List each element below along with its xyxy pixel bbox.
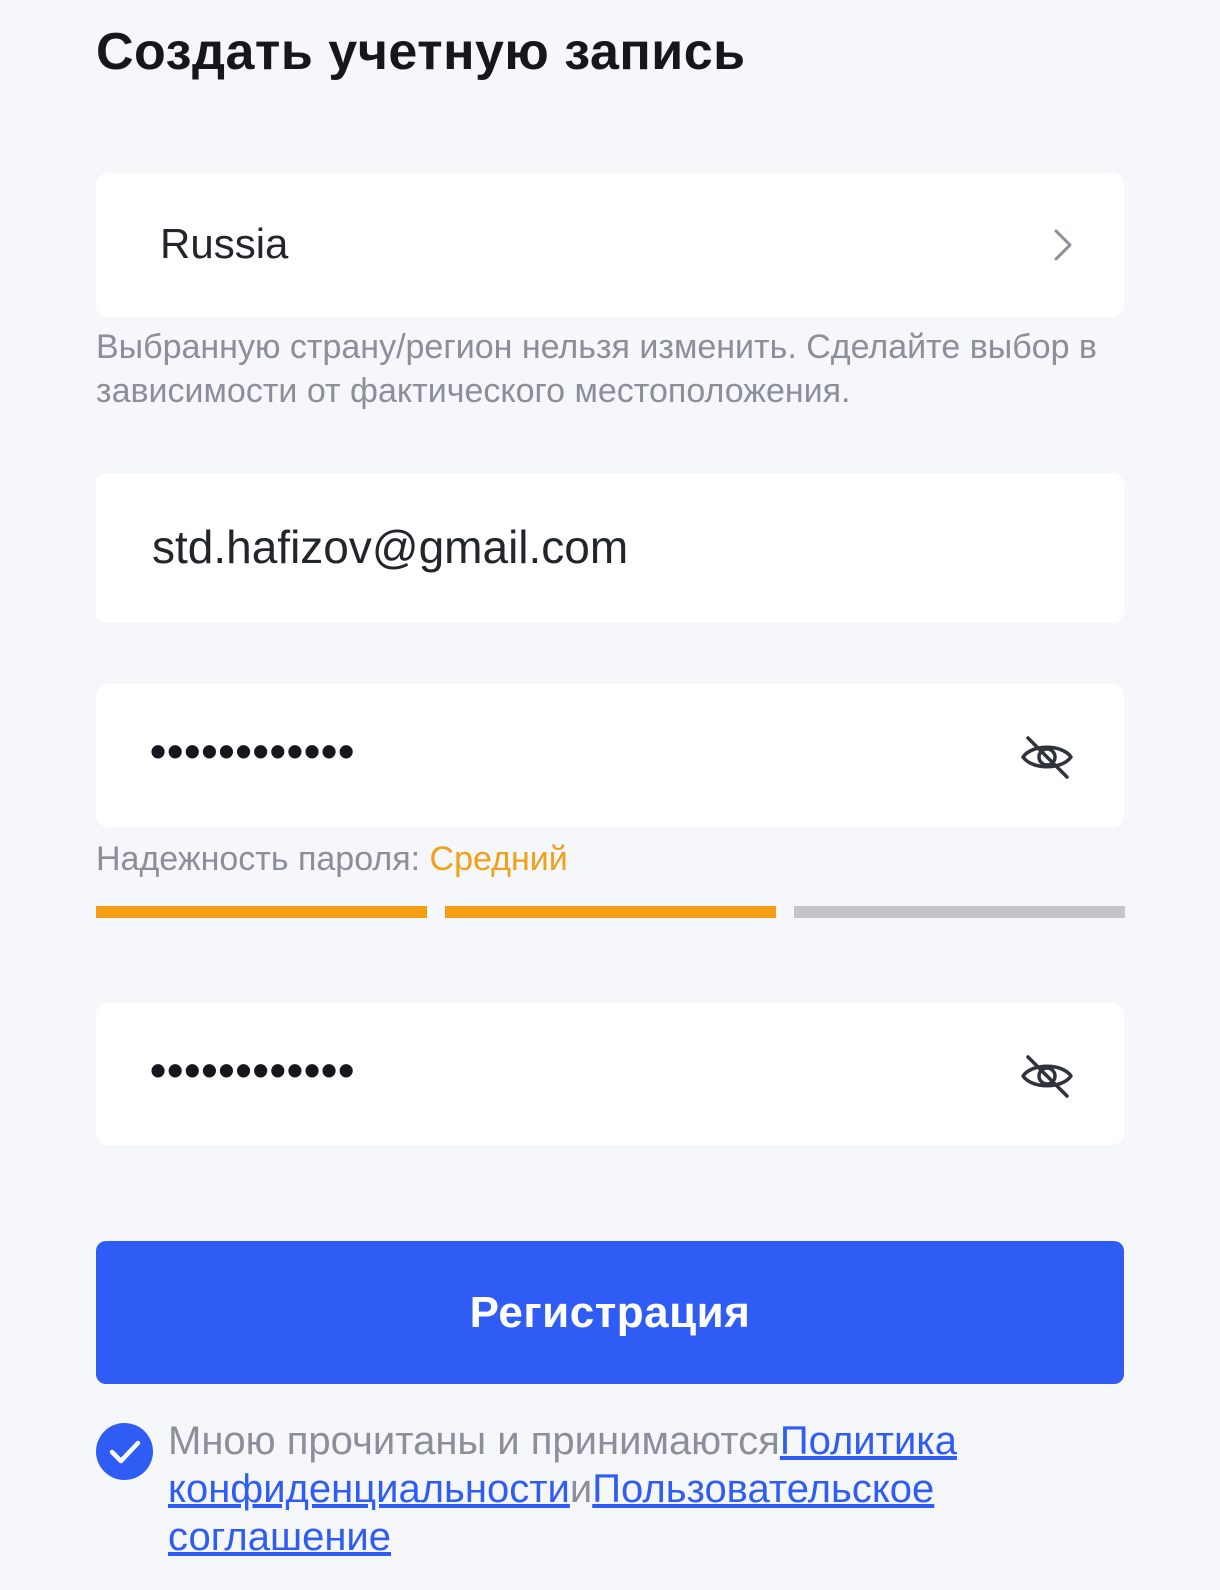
- email-field[interactable]: [152, 520, 1002, 574]
- confirm-password-field[interactable]: ••••••••••••: [96, 1003, 1124, 1145]
- country-value: Russia: [160, 220, 289, 267]
- chevron-right-icon: [1054, 229, 1072, 261]
- password-strength-value: Средний: [429, 840, 568, 878]
- password-field[interactable]: ••••••••••••: [96, 684, 1124, 827]
- password-strength-meter: [96, 906, 1125, 918]
- country-selector[interactable]: Russia: [96, 173, 1124, 317]
- agreement-conjunction: и: [569, 1467, 593, 1511]
- page-title: Создать учетную запись: [96, 23, 746, 81]
- agreement-prefix: Мною прочитаны и принимаются: [168, 1419, 780, 1463]
- agreement-text: Мною прочитаны и принимаютсяПолитика кон…: [168, 1417, 1068, 1561]
- agreement-checkbox[interactable]: [96, 1423, 153, 1480]
- password-strength: Надежность пароля: Средний: [96, 840, 568, 879]
- email-field-container: [96, 473, 1124, 623]
- strength-segment: [794, 906, 1125, 918]
- strength-segment: [445, 906, 776, 918]
- strength-segment: [96, 906, 427, 918]
- register-button[interactable]: Регистрация: [96, 1241, 1124, 1384]
- country-hint: Выбранную страну/регион нельзя изменить.…: [96, 328, 1097, 410]
- eye-off-icon[interactable]: [1018, 1047, 1076, 1105]
- eye-off-icon[interactable]: [1018, 728, 1076, 786]
- password-strength-label: Надежность пароля:: [96, 840, 430, 878]
- password-value: ••••••••••••: [150, 725, 356, 777]
- confirm-password-value: ••••••••••••: [150, 1044, 356, 1096]
- checkmark-icon: [109, 1440, 141, 1464]
